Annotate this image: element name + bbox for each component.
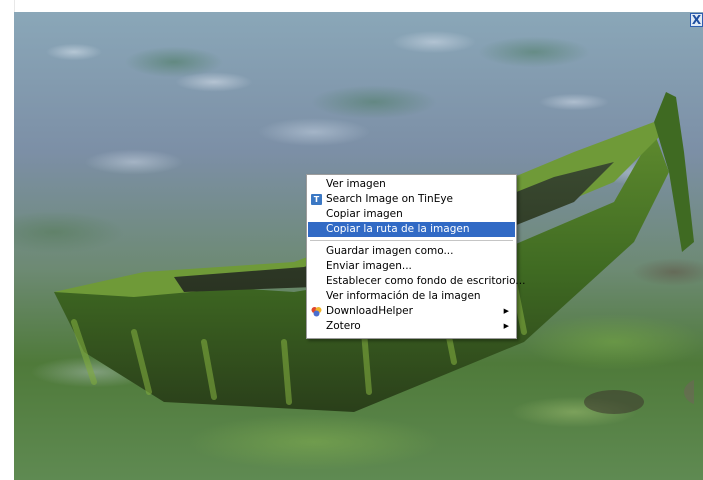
menu-item-label: Zotero: [326, 320, 361, 332]
left-gutter: [0, 0, 15, 480]
menu-item-label: Copiar imagen: [326, 208, 403, 220]
context-menu: Ver imagen T Search Image on TinEye Copi…: [306, 174, 525, 339]
menu-item-guardar-imagen[interactable]: Guardar imagen como...: [308, 244, 515, 259]
menu-item-enviar-imagen[interactable]: Enviar imagen...: [308, 259, 515, 274]
tineye-icon: T: [311, 194, 322, 205]
menu-item-zotero[interactable]: Zotero ▶: [308, 319, 515, 334]
submenu-arrow-icon: ▶: [503, 307, 509, 315]
menu-item-label: Search Image on TinEye: [326, 193, 454, 205]
menu-item-copiar-imagen[interactable]: Copiar imagen: [308, 207, 515, 222]
submenu-arrow-icon: ▶: [503, 322, 509, 330]
menu-item-label: Ver imagen: [326, 178, 386, 190]
menu-item-establecer-fondo[interactable]: Establecer como fondo de escritorio...: [308, 274, 525, 289]
menu-item-label: Guardar imagen como...: [326, 245, 454, 257]
close-icon: X: [691, 13, 702, 27]
menu-item-copiar-ruta[interactable]: Copiar la ruta de la imagen: [308, 222, 515, 237]
downloadhelper-icon: [311, 307, 322, 317]
menu-item-search-tineye[interactable]: T Search Image on TinEye: [308, 192, 515, 207]
menu-item-ver-informacion[interactable]: Ver información de la imagen: [308, 289, 515, 304]
close-button[interactable]: X: [690, 13, 703, 27]
menu-item-ver-imagen[interactable]: Ver imagen: [308, 177, 515, 192]
menu-separator: [310, 240, 513, 241]
menu-item-label: Copiar la ruta de la imagen: [326, 223, 470, 235]
menu-item-label: DownloadHelper: [326, 305, 413, 317]
menu-item-label: Ver información de la imagen: [326, 290, 481, 302]
menu-item-label: Establecer como fondo de escritorio...: [326, 275, 526, 287]
menu-item-label: Enviar imagen...: [326, 260, 412, 272]
menu-item-downloadhelper[interactable]: DownloadHelper ▶: [308, 304, 515, 319]
